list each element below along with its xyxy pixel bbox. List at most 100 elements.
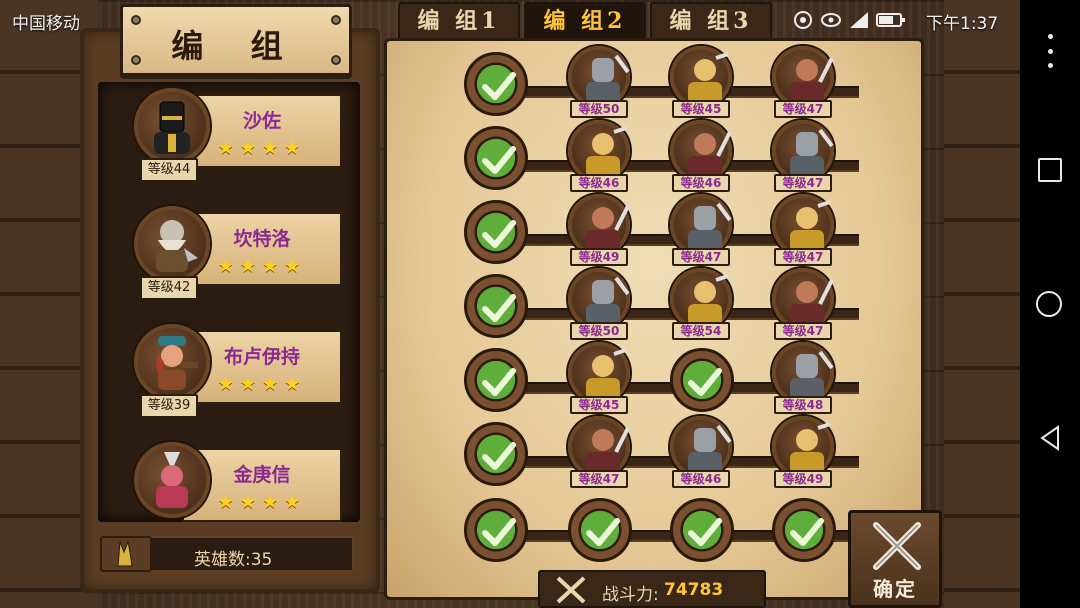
unit-portrait bbox=[670, 416, 732, 478]
unit-card[interactable]: 等级47 bbox=[768, 40, 840, 120]
checkmark-icon bbox=[482, 146, 516, 174]
power-label: 战斗力: bbox=[602, 585, 659, 605]
checkmark-icon bbox=[482, 442, 516, 470]
tab-group-3[interactable]: 编 组3 bbox=[650, 2, 772, 42]
samurai-icon bbox=[156, 452, 188, 508]
unit-level: 等级46 bbox=[672, 470, 730, 488]
formation-slot[interactable] bbox=[464, 498, 528, 562]
checkmark-icon bbox=[482, 518, 516, 546]
unit-portrait bbox=[772, 120, 834, 182]
formation-board bbox=[384, 38, 924, 600]
checkmark-icon bbox=[482, 72, 516, 100]
hero-list[interactable]: 沙佐 ★★★★ 等级44 坎特洛 ★★★★ 等级42 布卢伊持 ★★★★ 等级3… bbox=[98, 82, 360, 522]
crossed-swords-icon bbox=[556, 576, 586, 604]
recents-button[interactable] bbox=[1038, 158, 1062, 182]
hero-stars: ★★★★ bbox=[217, 374, 307, 395]
formation-slot[interactable] bbox=[464, 52, 528, 116]
checkmark-icon bbox=[586, 518, 620, 546]
page-title: 编 组 bbox=[171, 27, 301, 65]
unit-portrait bbox=[568, 120, 630, 182]
home-button[interactable] bbox=[1036, 291, 1062, 317]
hero-portrait bbox=[134, 324, 210, 400]
hero-card[interactable]: 金庚信 ★★★★ bbox=[98, 436, 360, 522]
checkmark-icon bbox=[482, 220, 516, 248]
unit-card[interactable]: 等级46 bbox=[666, 114, 738, 194]
jackal-head-icon bbox=[117, 540, 133, 567]
hero-level: 等级42 bbox=[140, 276, 198, 300]
unit-card[interactable]: 等级50 bbox=[564, 262, 636, 342]
unit-card[interactable]: 等级46 bbox=[564, 114, 636, 194]
unit-portrait bbox=[670, 268, 732, 330]
unit-card[interactable]: 等级45 bbox=[666, 40, 738, 120]
unit-card[interactable]: 等级47 bbox=[768, 188, 840, 268]
checkmark-icon bbox=[482, 294, 516, 322]
unit-card[interactable]: 等级47 bbox=[768, 262, 840, 342]
unit-card[interactable]: 等级47 bbox=[564, 410, 636, 490]
unit-portrait bbox=[568, 268, 630, 330]
unit-card[interactable]: 等级49 bbox=[768, 410, 840, 490]
knight-icon bbox=[154, 101, 190, 154]
tab-group-2[interactable]: 编 组2 bbox=[524, 2, 646, 42]
back-button[interactable] bbox=[1038, 425, 1062, 451]
unit-portrait bbox=[568, 416, 630, 478]
formation-slot[interactable] bbox=[464, 274, 528, 338]
overflow-menu-icon[interactable] bbox=[1046, 34, 1054, 68]
unit-portrait bbox=[772, 194, 834, 256]
confirm-button[interactable]: 确定 bbox=[848, 510, 942, 608]
unit-portrait bbox=[772, 416, 834, 478]
dwarf-icon bbox=[156, 220, 198, 272]
hero-count-icon bbox=[100, 536, 152, 572]
unit-level: 等级47 bbox=[570, 470, 628, 488]
hero-portrait bbox=[134, 88, 210, 164]
formation-slot[interactable] bbox=[464, 348, 528, 412]
unit-level: 等级49 bbox=[774, 470, 832, 488]
formation-slot[interactable] bbox=[464, 126, 528, 190]
hero-count-text: 英雄数:35 bbox=[194, 550, 273, 570]
hero-level: 等级39 bbox=[140, 394, 198, 418]
unit-portrait bbox=[568, 46, 630, 108]
unit-portrait bbox=[670, 194, 732, 256]
tab-group-1[interactable]: 编 组1 bbox=[398, 2, 520, 42]
unit-card[interactable]: 等级49 bbox=[564, 188, 636, 268]
unit-level: 等级54 bbox=[672, 322, 730, 340]
formation-slot[interactable] bbox=[772, 498, 836, 562]
hero-portrait bbox=[134, 206, 210, 282]
checkmark-icon bbox=[688, 518, 722, 546]
unit-card[interactable]: 等级54 bbox=[666, 262, 738, 342]
power-value: 74783 bbox=[664, 580, 724, 600]
unit-portrait bbox=[772, 46, 834, 108]
unit-portrait bbox=[568, 342, 630, 404]
checkmark-icon bbox=[482, 368, 516, 396]
formation-slot[interactable] bbox=[464, 422, 528, 486]
hero-count-bar: 英雄数:35 bbox=[100, 536, 354, 572]
hero-card[interactable]: 坎特洛 ★★★★ 等级42 bbox=[98, 200, 360, 310]
formation-slot[interactable] bbox=[670, 348, 734, 412]
pirate-icon bbox=[156, 336, 198, 390]
right-wood-rail bbox=[944, 0, 1020, 608]
hero-card[interactable]: 布卢伊持 ★★★★ 等级39 bbox=[98, 318, 360, 428]
confirm-label: 确定 bbox=[873, 577, 917, 601]
checkmark-icon bbox=[688, 368, 722, 396]
unit-card[interactable]: 等级47 bbox=[768, 114, 840, 194]
unit-portrait bbox=[670, 120, 732, 182]
hero-level: 等级44 bbox=[140, 158, 198, 182]
unit-card[interactable]: 等级48 bbox=[768, 336, 840, 416]
checkmark-icon bbox=[790, 518, 824, 546]
unit-portrait bbox=[670, 46, 732, 108]
hero-stars: ★★★★ bbox=[217, 256, 307, 277]
hero-portrait bbox=[134, 442, 210, 518]
hero-stars: ★★★★ bbox=[217, 492, 307, 513]
formation-slot[interactable] bbox=[568, 498, 632, 562]
title-plaque: 编 组 bbox=[120, 4, 352, 76]
unit-card[interactable]: 等级50 bbox=[564, 40, 636, 120]
unit-card[interactable]: 等级46 bbox=[666, 410, 738, 490]
unit-portrait bbox=[772, 268, 834, 330]
crossed-swords-icon bbox=[873, 522, 921, 570]
unit-card[interactable]: 等级45 bbox=[564, 336, 636, 416]
formation-slot[interactable] bbox=[670, 498, 734, 562]
hero-stars: ★★★★ bbox=[217, 138, 307, 159]
hero-card[interactable]: 沙佐 ★★★★ 等级44 bbox=[98, 82, 360, 192]
unit-portrait bbox=[772, 342, 834, 404]
unit-card[interactable]: 等级47 bbox=[666, 188, 738, 268]
formation-slot[interactable] bbox=[464, 200, 528, 264]
